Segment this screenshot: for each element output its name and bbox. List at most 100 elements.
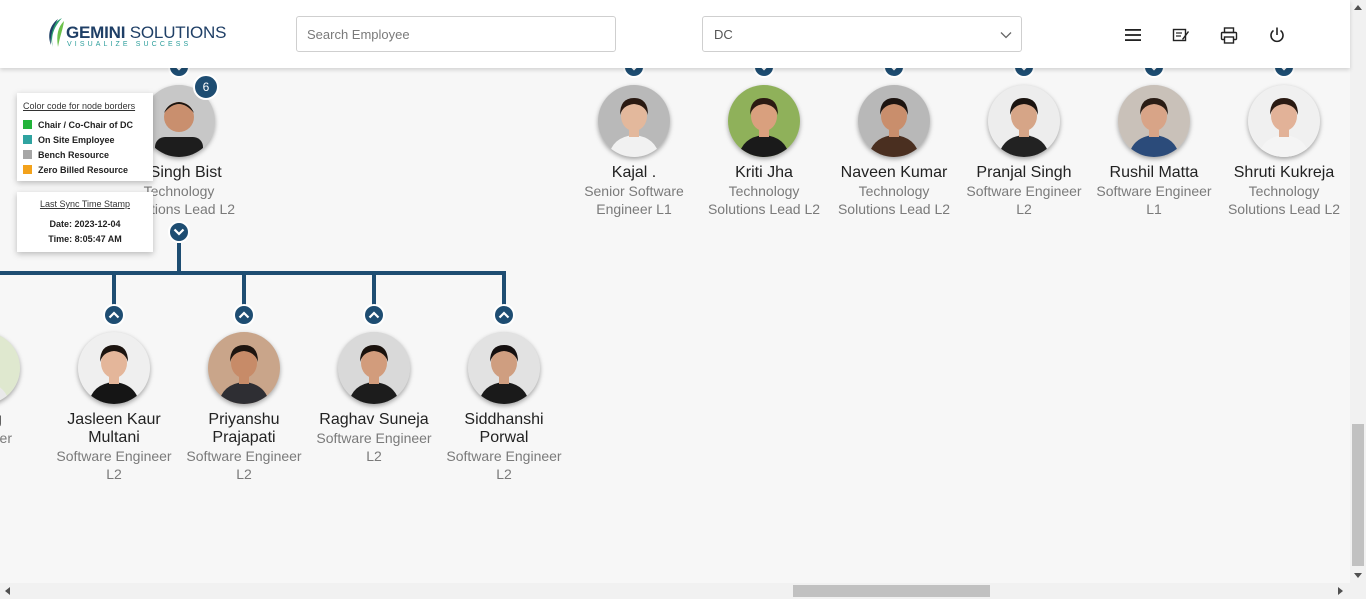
employee-designation: Software Engineer <box>1096 183 1212 199</box>
menu-button[interactable] <box>1122 24 1144 46</box>
employee-name: Jasleen Kaur <box>67 411 161 428</box>
avatar <box>728 85 800 157</box>
employee-node[interactable]: Kajal . Senior Software Engineer L1 <box>569 85 699 218</box>
node-border-legend: Color code for node borders Chair / Co-C… <box>17 93 153 181</box>
avatar <box>338 332 410 404</box>
employee-designation: Software Engineer <box>316 430 432 446</box>
employee-designation: Software Engineer <box>186 448 302 464</box>
avatar <box>988 85 1060 157</box>
employee-name: Pranjal Singh <box>976 164 1072 181</box>
employee-node[interactable]: Priyanshu Prajapati Software Engineer L2 <box>179 332 309 483</box>
legend-item: Zero Billed Resource <box>23 162 153 177</box>
scroll-up-arrow[interactable] <box>1354 5 1362 10</box>
employee-node[interactable]: Garg Engineer <box>0 332 49 447</box>
employee-name: Rushil Matta <box>1109 164 1199 181</box>
scroll-right-arrow[interactable] <box>1338 587 1343 595</box>
node-toggle-button[interactable] <box>363 304 385 326</box>
employee-designation: L2 <box>1016 201 1032 217</box>
employee-node[interactable]: Jasleen Kaur Multani Software Engineer L… <box>49 332 179 483</box>
avatar <box>858 85 930 157</box>
node-toggle-button[interactable] <box>493 304 515 326</box>
scroll-left-arrow[interactable] <box>5 587 10 595</box>
vertical-scroll-thumb[interactable] <box>1352 424 1364 566</box>
chevron-down-icon <box>173 228 185 236</box>
employee-node[interactable]: Naveen Kumar Technology Solutions Lead L… <box>829 85 959 218</box>
chevron-down-icon <box>1281 68 1287 71</box>
logo-wordmark: GEMINI SOLUTIONS <box>66 23 227 42</box>
org-chart-canvas[interactable]: n Singh Bist Technology Solutions Lead L… <box>0 68 1350 583</box>
employee-name: Priyanshu <box>208 411 280 428</box>
avatar <box>468 332 540 404</box>
employee-designation: Engineer <box>0 430 13 446</box>
sync-time: Time: 8:05:47 AM <box>48 234 122 244</box>
legend-label: Bench Resource <box>38 149 110 160</box>
employee-name: Shruti Kukreja <box>1233 164 1335 181</box>
employee-name: Kriti Jha <box>735 164 793 181</box>
employee-designation: Technology <box>858 183 930 199</box>
employee-designation: L1 <box>1146 201 1162 217</box>
employee-node[interactable]: Pranjal Singh Software Engineer L2 <box>959 85 1089 218</box>
chevron-down-icon <box>1000 32 1012 39</box>
legend-title: Color code for node borders <box>23 101 136 111</box>
logo-tagline: VISUALIZE SUCCESS <box>67 41 192 48</box>
vertical-scrollbar[interactable] <box>1350 0 1366 583</box>
employee-node[interactable]: Shruti Kukreja Technology Solutions Lead… <box>1219 85 1349 218</box>
employee-designation: L2 <box>366 448 382 464</box>
employee-designation: Solutions Lead L2 <box>1227 201 1341 217</box>
search-employee-input[interactable] <box>296 16 616 52</box>
legend-item: Bench Resource <box>23 147 153 162</box>
employee-node[interactable]: Kriti Jha Technology Solutions Lead L2 <box>699 85 829 218</box>
employee-designation: Technology <box>728 183 800 199</box>
scrollbar-corner <box>1350 583 1366 599</box>
legend-item: On Site Employee <box>23 132 153 147</box>
employee-name: Siddhanshi <box>464 411 544 428</box>
employee-designation: Solutions Lead L2 <box>837 201 951 217</box>
department-select[interactable]: DC <box>702 16 1022 52</box>
legend-swatch <box>23 120 32 129</box>
sync-date: Date: 2023-12-04 <box>49 219 121 229</box>
avatar <box>78 332 150 404</box>
legend-label: On Site Employee <box>38 134 115 145</box>
horizontal-scroll-thumb[interactable] <box>793 585 990 597</box>
employee-name: Raghav Suneja <box>319 411 429 428</box>
employee-node[interactable]: Rushil Matta Software Engineer L1 <box>1089 85 1219 218</box>
employee-node[interactable]: Raghav Suneja Software Engineer L2 <box>309 332 439 465</box>
chevron-down-icon <box>1021 68 1027 71</box>
chevron-up-icon <box>368 311 380 319</box>
employee-node[interactable]: Siddhanshi Porwal Software Engineer L2 <box>439 332 569 483</box>
collapse-toggle-button[interactable] <box>168 221 190 243</box>
chevron-down-icon <box>761 68 767 71</box>
print-icon <box>1220 26 1238 44</box>
employee-name: Prajapati <box>212 429 276 446</box>
legend-item: Chair / Co-Chair of DC <box>23 117 153 132</box>
legend-swatch <box>23 165 32 174</box>
avatar <box>208 332 280 404</box>
print-button[interactable] <box>1218 24 1240 46</box>
gemini-logo[interactable]: GEMINI SOLUTIONS VISUALIZE SUCCESS <box>46 17 226 51</box>
legend-label: Chair / Co-Chair of DC <box>38 119 134 130</box>
node-toggle-button[interactable] <box>103 304 125 326</box>
last-sync-panel: Last Sync Time Stamp Date: 2023-12-04 Ti… <box>17 192 153 252</box>
department-select-value: DC <box>714 27 733 42</box>
legend-swatch <box>23 150 32 159</box>
horizontal-scrollbar[interactable] <box>0 583 1350 599</box>
node-toggle-button[interactable] <box>233 304 255 326</box>
scroll-down-arrow[interactable] <box>1354 573 1362 578</box>
sync-title: Last Sync Time Stamp <box>39 199 131 209</box>
chevron-up-icon <box>108 311 120 319</box>
employee-designation: Technology <box>1248 183 1320 199</box>
employee-designation: Engineer L1 <box>596 201 672 217</box>
chevron-down-icon <box>891 68 897 71</box>
logout-button[interactable] <box>1266 24 1288 46</box>
employee-designation: L2 <box>106 466 122 482</box>
employee-designation: Software Engineer <box>966 183 1082 199</box>
chevron-down-icon <box>631 68 637 71</box>
legend-label: Zero Billed Resource <box>38 164 129 175</box>
employee-designation: L2 <box>236 466 252 482</box>
employee-designation: Solutions Lead L2 <box>707 201 821 217</box>
power-icon <box>1270 27 1284 43</box>
employee-designation: Senior Software <box>584 183 684 199</box>
chevron-up-icon <box>238 311 250 319</box>
chevron-down-icon <box>176 68 182 71</box>
notes-button[interactable] <box>1170 24 1192 46</box>
